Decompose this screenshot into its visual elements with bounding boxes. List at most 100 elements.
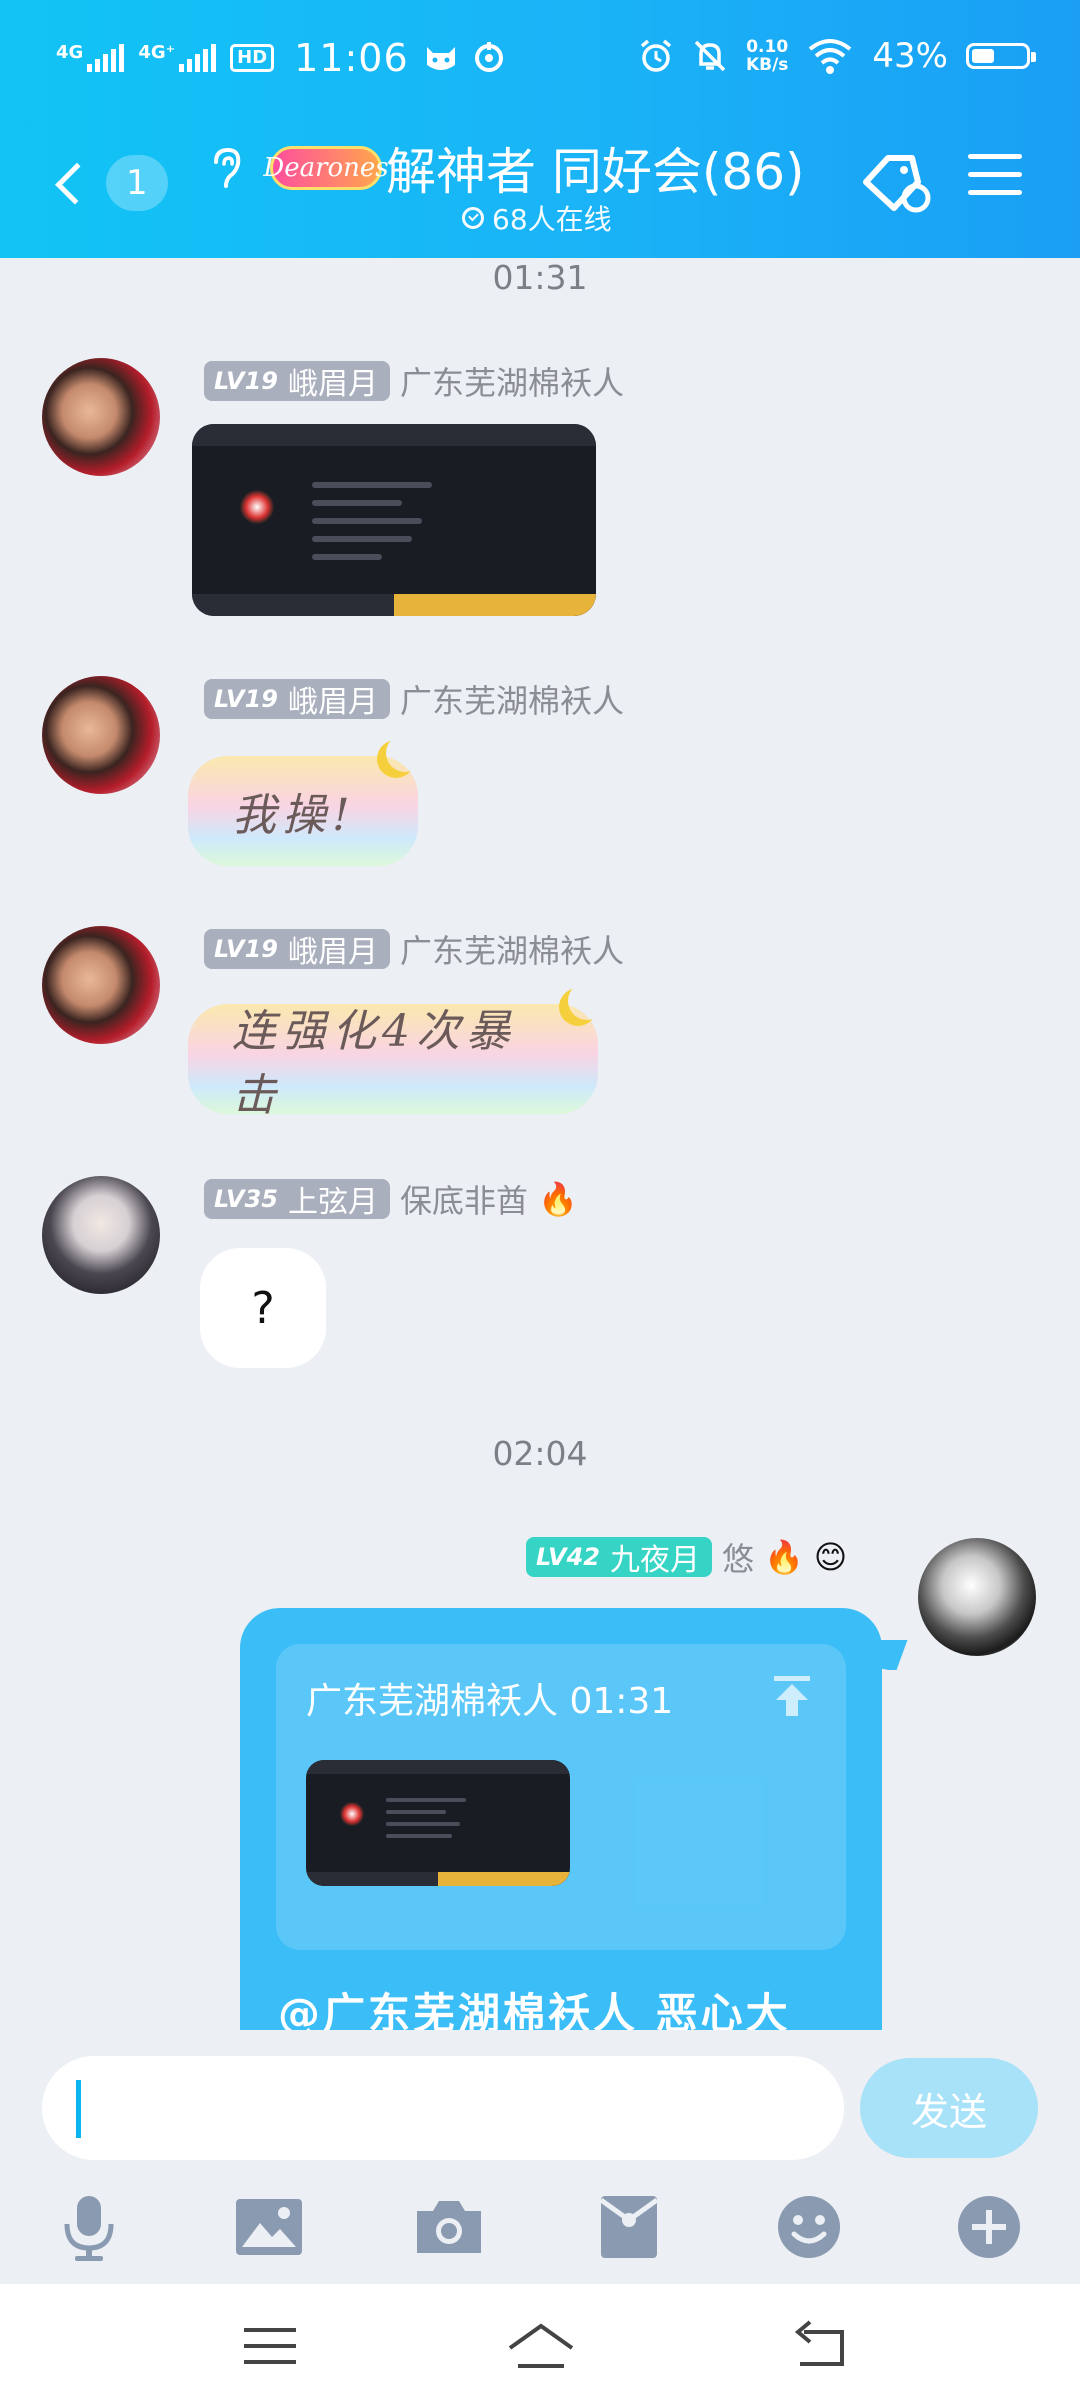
- back-nav-icon[interactable]: [790, 2318, 854, 2374]
- moon-decoration-icon: [568, 982, 606, 1020]
- online-count: 68人在线: [492, 203, 612, 236]
- emoji-button[interactable]: [770, 2188, 848, 2266]
- time-divider: 02:04: [492, 1434, 588, 1473]
- level-number: LV19: [214, 685, 278, 713]
- message-input[interactable]: [42, 2056, 844, 2160]
- member-level-badge: LV42 九夜月: [526, 1537, 712, 1578]
- quoted-image[interactable]: [306, 1760, 570, 1886]
- recents-menu-icon[interactable]: [238, 2318, 302, 2374]
- group-tag-icon[interactable]: [858, 148, 934, 218]
- avatar[interactable]: [42, 926, 160, 1044]
- status-left: 4G 4G⁺ HD 11:06: [56, 36, 505, 80]
- member-level-badge: LV19 峨眉月: [204, 679, 390, 720]
- group-logo: Dearones: [263, 146, 389, 190]
- chat-header: 4G 4G⁺ HD 11:06 0.10 KB/s 43% 1 Dearones …: [0, 0, 1080, 258]
- sender-name[interactable]: 保底非酋: [400, 1176, 528, 1222]
- picture-icon: [236, 2199, 302, 2255]
- network-speed: 0.10 KB/s: [746, 38, 788, 74]
- network-type-2: 4G⁺: [138, 42, 176, 63]
- battery-percent: 43%: [872, 36, 948, 76]
- message-bubble[interactable]: ?: [200, 1248, 326, 1368]
- message-meta: LV19 峨眉月 广东芜湖棉袄人: [204, 676, 624, 722]
- microphone-icon: [64, 2196, 114, 2261]
- moon-decoration-icon: [386, 734, 424, 772]
- online-check-icon: [462, 207, 484, 229]
- status-bar: 4G 4G⁺ HD 11:06 0.10 KB/s 43%: [0, 0, 1080, 120]
- message-bubble[interactable]: 我操!: [188, 756, 418, 866]
- time-divider: 01:31: [492, 258, 588, 297]
- my-avatar[interactable]: [918, 1538, 1036, 1656]
- level-title: 峨眉月: [287, 935, 378, 970]
- sender-name[interactable]: 广东芜湖棉袄人: [400, 676, 624, 722]
- message-list[interactable]: 01:31 LV19 峨眉月 广东芜湖棉袄人 LV19 峨眉月 广东芜湖棉袄人 我操…: [0, 258, 1080, 2030]
- speed-value: 0.10: [746, 37, 789, 57]
- image-message[interactable]: [192, 424, 596, 616]
- message-meta: LV19 峨眉月 广东芜湖棉袄人: [204, 358, 624, 404]
- sender-name[interactable]: 广东芜湖棉袄人: [400, 926, 624, 972]
- sync-app-icon: [474, 42, 503, 72]
- fire-icon: 🔥: [763, 1538, 804, 1576]
- wifi-icon: [809, 39, 852, 74]
- message-text: @广东芜湖棉袄人 恶心大: [278, 1989, 791, 2030]
- camera-icon: [417, 2201, 481, 2253]
- hd-voice-badge: HD: [230, 44, 275, 72]
- level-title: 峨眉月: [287, 367, 378, 402]
- level-number: LV42: [536, 1543, 600, 1571]
- signal-bars-1-icon: [87, 44, 125, 72]
- camera-button[interactable]: [410, 2188, 488, 2266]
- signal-sim1: 4G: [56, 42, 125, 72]
- send-button[interactable]: 发送: [860, 2058, 1038, 2158]
- level-title: 峨眉月: [287, 685, 378, 720]
- back-button[interactable]: 1: [48, 148, 168, 218]
- back-chevron-icon: [55, 162, 97, 204]
- message-text: 我操!: [232, 790, 356, 841]
- level-number: LV19: [214, 367, 278, 395]
- level-number: LV19: [214, 935, 278, 963]
- jump-to-quote-icon[interactable]: [772, 1674, 812, 1718]
- red-packet-icon: [599, 2196, 659, 2258]
- sender-name[interactable]: 广东芜湖棉袄人: [400, 358, 624, 404]
- smile-badge-icon: 😊: [813, 1538, 848, 1576]
- my-message-bubble[interactable]: 广东芜湖棉袄人 01:31 @广东芜湖棉袄人 恶心大: [240, 1608, 882, 2030]
- plus-icon: [958, 2196, 1020, 2258]
- network-type-1: 4G: [56, 42, 84, 63]
- speed-unit: KB/s: [745, 55, 789, 75]
- voice-button[interactable]: [50, 2188, 128, 2266]
- level-number: LV35: [214, 1185, 278, 1213]
- quoted-message[interactable]: 广东芜湖棉袄人 01:31: [276, 1644, 846, 1950]
- cat-app-icon: [426, 47, 455, 70]
- member-level-badge: LV35 上弦月: [204, 1179, 390, 1220]
- message-text: ?: [251, 1282, 275, 1334]
- message-meta: LV35 上弦月 保底非酋 🔥: [204, 1176, 578, 1222]
- system-nav-bar: [0, 2284, 1080, 2408]
- clock: 11:06: [294, 36, 409, 80]
- sender-name[interactable]: 悠: [722, 1534, 754, 1580]
- more-button[interactable]: [950, 2188, 1028, 2266]
- home-icon[interactable]: [504, 2318, 578, 2374]
- member-level-badge: LV19 峨眉月: [204, 361, 390, 402]
- smiley-icon: [778, 2196, 840, 2258]
- quote-header: 广东芜湖棉袄人 01:31: [306, 1681, 674, 1722]
- group-name[interactable]: 解神者 同好会(86): [386, 132, 805, 204]
- battery-fill: [972, 49, 994, 63]
- earpiece-mode-icon[interactable]: [206, 146, 246, 190]
- battery-icon: [966, 43, 1036, 69]
- signal-sim2: 4G⁺: [138, 42, 217, 72]
- level-title: 上弦月: [287, 1185, 378, 1220]
- menu-button[interactable]: [968, 154, 1022, 202]
- input-bar: 发送: [0, 2030, 1080, 2284]
- avatar[interactable]: [42, 676, 160, 794]
- message-bubble[interactable]: 连强化4次暴击: [188, 1004, 598, 1121]
- avatar[interactable]: [42, 1176, 160, 1294]
- message-meta: LV42 九夜月 悠 🔥 😊: [526, 1534, 847, 1580]
- fire-icon: 🔥: [537, 1180, 578, 1218]
- red-packet-button[interactable]: [590, 2188, 668, 2266]
- status-right: 0.10 KB/s 43%: [638, 36, 1036, 76]
- level-title: 九夜月: [609, 1543, 700, 1578]
- unread-count-badge: 1: [105, 155, 168, 211]
- avatar[interactable]: [42, 358, 160, 476]
- alarm-icon: [640, 39, 672, 72]
- image-button[interactable]: [230, 2188, 308, 2266]
- message-text: 连强化4次暴击: [232, 1006, 516, 1121]
- text-caret: [76, 2080, 81, 2138]
